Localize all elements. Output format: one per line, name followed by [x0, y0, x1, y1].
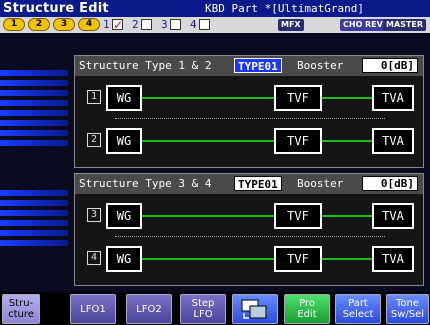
page-title: Structure Edit	[3, 1, 109, 16]
tone-switch-4-label: 4	[190, 18, 197, 31]
tvf-block[interactable]: TVF	[274, 85, 322, 111]
wg-block[interactable]: WG	[106, 203, 142, 229]
decorative-stripes-bottom	[0, 190, 68, 250]
stripe	[0, 110, 68, 116]
tone-number: 2	[87, 133, 101, 147]
tvf-block[interactable]: TVF	[274, 128, 322, 154]
booster-label: Booster	[297, 177, 344, 190]
screen: Structure Edit KBD Part *[UltimatGrand] …	[0, 0, 430, 325]
tone-switch-3-checkbox[interactable]	[170, 19, 181, 30]
signal-wire	[140, 97, 276, 99]
button-label: LFO2	[136, 303, 162, 315]
tva-block[interactable]: TVA	[372, 85, 414, 111]
mfx-badge[interactable]: MFX	[278, 19, 304, 31]
signal-wire	[322, 215, 372, 217]
booster-label: Booster	[297, 59, 344, 72]
tone-number: 1	[87, 90, 101, 104]
signal-wire	[140, 258, 276, 260]
stripe	[0, 130, 68, 136]
tone-line-4: 4 WG TVF TVA	[80, 242, 418, 276]
tva-block[interactable]: TVA	[372, 128, 414, 154]
tone-switch-2-checkbox[interactable]	[141, 19, 152, 30]
stripe	[0, 190, 68, 196]
tone-row: 1 2 3 4 1 ✓ 2 3 4 MFX CHO REV MASTER	[0, 17, 430, 33]
pro-edit-button[interactable]: Pro Edit	[284, 294, 330, 324]
button-label: Step LFO	[191, 298, 215, 320]
button-label: Part Select	[342, 298, 374, 320]
tva-block[interactable]: TVA	[372, 246, 414, 272]
structure-type-value[interactable]: TYPE01	[234, 58, 282, 73]
stripe	[0, 100, 68, 106]
stripe	[0, 80, 68, 86]
wg-block[interactable]: WG	[106, 246, 142, 272]
part-info: KBD Part *[UltimatGrand]	[205, 2, 364, 15]
stripe	[0, 200, 68, 206]
signal-wire	[140, 215, 276, 217]
structure-type-label: Structure Type 1 & 2	[79, 59, 212, 72]
structure-button[interactable]: Stru- cture	[2, 294, 40, 324]
stripe	[0, 70, 68, 76]
lfo2-button[interactable]: LFO2	[126, 294, 172, 324]
tone-select-4[interactable]: 4	[78, 18, 100, 31]
button-label: Pro Edit	[297, 298, 317, 320]
zoom-window-icon	[241, 299, 267, 319]
structure-panel-3-4: Structure Type 3 & 4 TYPE01 Booster 0[dB…	[74, 173, 424, 286]
stripe	[0, 90, 68, 96]
tone-sw-sel-button[interactable]: Tone Sw/Sel	[386, 294, 429, 324]
divider	[115, 118, 385, 119]
structure-type-value[interactable]: TYPE01	[234, 176, 282, 191]
tvf-block[interactable]: TVF	[274, 203, 322, 229]
button-label: LFO1	[80, 303, 106, 315]
tone-switch-1-checkbox[interactable]: ✓	[112, 19, 123, 31]
tone-switch-3-label: 3	[161, 18, 168, 31]
tone-select-3[interactable]: 3	[53, 18, 75, 31]
function-button-bar: Stru- cture LFO1 LFO2 Step LFO Pro Edit …	[0, 292, 430, 325]
wg-block[interactable]: WG	[106, 85, 142, 111]
tone-select-1[interactable]: 1	[3, 18, 25, 31]
structure-panel-1-2: Structure Type 1 & 2 TYPE01 Booster 0[dB…	[74, 55, 424, 168]
stripe	[0, 140, 68, 146]
part-select-button[interactable]: Part Select	[335, 294, 381, 324]
stripe	[0, 210, 68, 216]
tone-switch-1-label: 1	[103, 18, 110, 31]
button-label: Tone Sw/Sel	[390, 298, 425, 320]
tvf-block[interactable]: TVF	[274, 246, 322, 272]
signal-wire	[322, 140, 372, 142]
stripe	[0, 240, 68, 246]
master-badge[interactable]: MASTER	[383, 19, 426, 31]
wg-block[interactable]: WG	[106, 128, 142, 154]
booster-value[interactable]: 0[dB]	[362, 176, 418, 191]
tone-line-1: 1 WG TVF TVA	[80, 81, 418, 115]
button-label: Stru- cture	[8, 298, 34, 320]
tone-number: 4	[87, 251, 101, 265]
title-bar: Structure Edit KBD Part *[UltimatGrand]	[0, 0, 430, 17]
zoom-button[interactable]	[232, 294, 278, 324]
structure-type-label: Structure Type 3 & 4	[79, 177, 212, 190]
tone-number: 3	[87, 208, 101, 222]
signal-wire	[140, 140, 276, 142]
tone-line-2: 2 WG TVF TVA	[80, 124, 418, 158]
panel-header: Structure Type 1 & 2 TYPE01 Booster 0[dB…	[75, 56, 423, 76]
tone-switch-4-checkbox[interactable]	[199, 19, 210, 30]
step-lfo-button[interactable]: Step LFO	[180, 294, 226, 324]
tone-line-3: 3 WG TVF TVA	[80, 199, 418, 233]
tva-block[interactable]: TVA	[372, 203, 414, 229]
tone-switch-2-label: 2	[132, 18, 139, 31]
stripe	[0, 230, 68, 236]
divider	[115, 236, 385, 237]
decorative-stripes-top	[0, 70, 68, 150]
tone-select-2[interactable]: 2	[28, 18, 50, 31]
signal-wire	[322, 97, 372, 99]
stripe	[0, 120, 68, 126]
panel-header: Structure Type 3 & 4 TYPE01 Booster 0[dB…	[75, 174, 423, 194]
booster-value[interactable]: 0[dB]	[362, 58, 418, 73]
stripe	[0, 220, 68, 226]
lfo1-button[interactable]: LFO1	[70, 294, 116, 324]
signal-wire	[322, 258, 372, 260]
